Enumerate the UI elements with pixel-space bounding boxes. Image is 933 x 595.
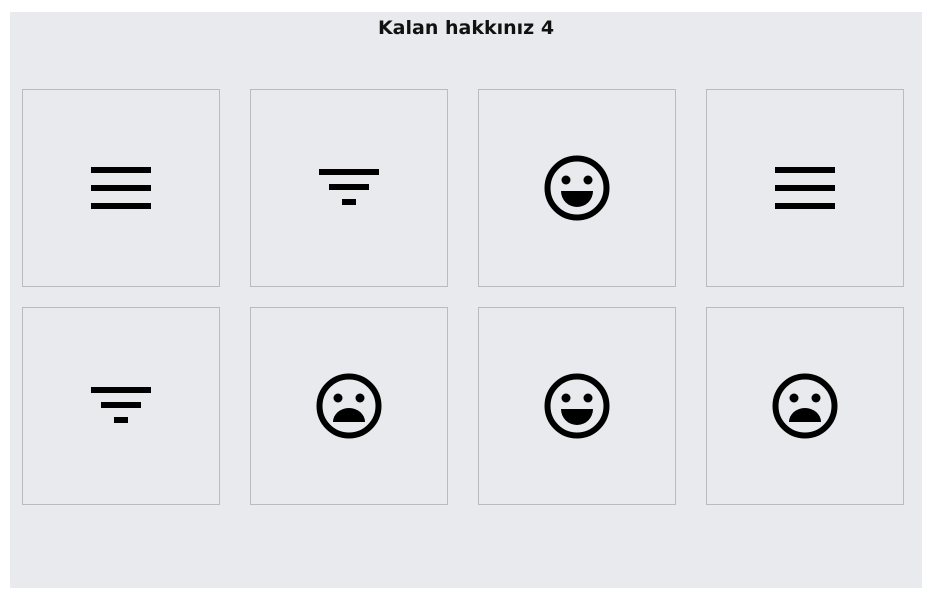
sad-face-icon (772, 373, 838, 439)
remaining-attempts-title: Kalan hakkınız 4 (377, 17, 555, 39)
menu-icon (775, 167, 835, 209)
menu-icon (91, 167, 151, 209)
card-3[interactable] (478, 89, 676, 287)
game-board: Kalan hakkınız 4 (10, 12, 922, 588)
card-2[interactable] (250, 89, 448, 287)
card-6[interactable] (250, 307, 448, 505)
card-5[interactable] (22, 307, 220, 505)
card-8[interactable] (706, 307, 904, 505)
card-7[interactable] (478, 307, 676, 505)
happy-face-icon (544, 373, 610, 439)
card-4[interactable] (706, 89, 904, 287)
card-1[interactable] (22, 89, 220, 287)
filter-icon (91, 387, 151, 425)
happy-face-icon (544, 155, 610, 221)
filter-icon (319, 169, 379, 207)
sad-face-icon (316, 373, 382, 439)
